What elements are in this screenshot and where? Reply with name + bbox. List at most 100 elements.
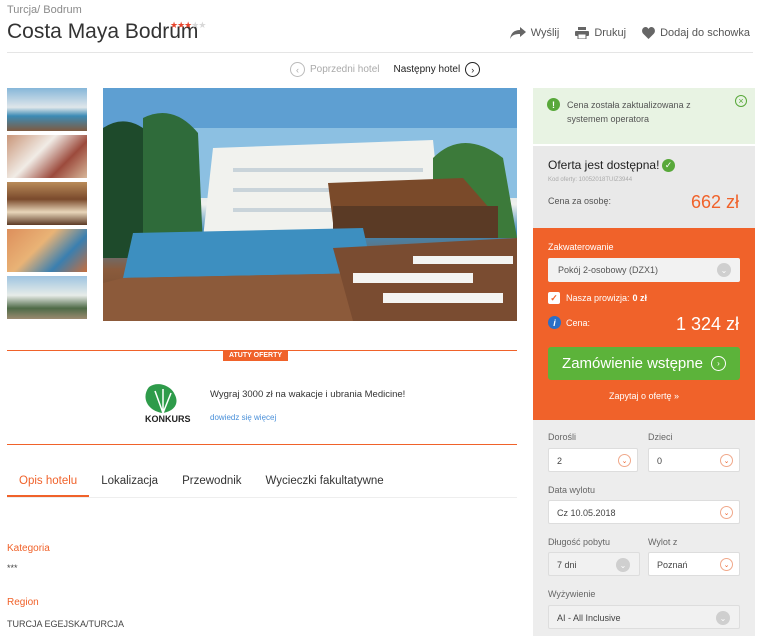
region-label: Region — [7, 597, 39, 608]
exclamation-icon: ! — [547, 98, 560, 111]
region-value: TURCJA EGEJSKA/TURCJA — [7, 619, 125, 629]
total-price-value: 1 324 zł — [675, 314, 739, 334]
offer-highlights-badge: ATUTY OFERTY — [223, 350, 289, 361]
chevron-right-icon: › — [710, 356, 726, 371]
breadcrumb-region[interactable]: Bodrum — [43, 4, 82, 16]
send-label: Wyślij — [530, 27, 560, 39]
room-select[interactable]: Pokój 2-osobowy (DZX1) ⌄ — [548, 258, 740, 282]
offer-code: Kod oferty: 10052018TUIZ3944 — [548, 177, 633, 183]
chevron-down-icon: ⌄ — [717, 263, 731, 277]
breadcrumb-country[interactable]: Turcja — [7, 4, 37, 16]
main-hotel-photo[interactable] — [103, 88, 517, 321]
room-select-value: Pokój 2-osobowy (DZX1) — [558, 265, 659, 275]
info-icon[interactable]: i — [548, 316, 561, 329]
print-button[interactable]: Drukuj — [575, 27, 626, 39]
tab-guide[interactable]: Przewodnik — [170, 466, 253, 497]
commission-checkbox[interactable]: ✓ — [548, 292, 560, 304]
save-to-clipboard-button[interactable]: Dodaj do schowka — [642, 27, 750, 39]
total-price-label: Cena: — [566, 317, 591, 328]
offer-availability: Oferta jest dostępna! ✓ Kod oferty: 1005… — [533, 146, 755, 228]
promo-more-link[interactable]: dowiedz się więcej — [210, 413, 276, 422]
commission-row: ✓ Nasza prowizja: 0 zł — [548, 292, 647, 304]
stay-length-label: Długość pobytu — [548, 537, 611, 547]
departure-date-value: Cz 10.05.2018 — [557, 508, 616, 518]
highlights-bottom-divider — [7, 444, 517, 445]
price-update-notice: ! Cena została zaktualizowana z systemem… — [533, 88, 755, 144]
send-button[interactable]: Wyślij — [509, 27, 560, 39]
departure-from-value: Poznań — [657, 560, 688, 570]
category-value: *** — [7, 563, 18, 573]
chevron-down-icon: ⌄ — [720, 454, 733, 467]
departure-date-label: Data wylotu — [548, 485, 596, 495]
chevron-right-icon: › — [465, 62, 481, 77]
total-price-row: i Cena: — [548, 316, 590, 329]
category-label: Kategoria — [7, 543, 50, 554]
photo-thumbnails — [7, 88, 87, 323]
contest-logo[interactable]: KONKURS — [137, 383, 197, 426]
chevron-down-icon: ⌄ — [618, 454, 631, 467]
tab-excursions[interactable]: Wycieczki fakultatywne — [254, 466, 396, 497]
departure-from-select[interactable]: Poznań ⌄ — [648, 552, 740, 576]
offer-status-title: Oferta jest dostępna! — [548, 158, 660, 172]
board-label: Wyżywienie — [548, 589, 596, 599]
notice-text: Cena została zaktualizowana z systemem o… — [567, 100, 691, 124]
booking-panel: Zakwaterowanie Pokój 2-osobowy (DZX1) ⌄ … — [533, 228, 755, 420]
hotel-photo-illustration — [103, 88, 517, 321]
chevron-left-icon: ‹ — [290, 62, 305, 77]
chevron-down-icon: ⌄ — [616, 558, 630, 572]
promo-text: Wygraj 3000 zł na wakacje i ubrania Medi… — [210, 389, 406, 400]
children-value: 0 — [657, 456, 663, 466]
trip-parameters-form: Dorośli 2 ⌄ Dzieci 0 ⌄ Data wylotu Cz 10… — [533, 420, 755, 636]
board-select[interactable]: AI - All Inclusive ⌄ — [548, 605, 740, 629]
heart-icon — [642, 27, 656, 39]
commission-label: Nasza prowizja: — [566, 293, 630, 303]
thumbnail-room[interactable] — [7, 135, 87, 178]
price-per-person-value: 662 zł — [690, 192, 739, 212]
hotel-stars: ★★★★★ — [170, 20, 206, 31]
tab-location[interactable]: Lokalizacja — [89, 466, 170, 497]
breadcrumb: Turcja/ Bodrum — [7, 4, 82, 16]
thumbnail-restaurant[interactable] — [7, 182, 87, 225]
header-divider — [7, 52, 753, 53]
save-label: Dodaj do schowka — [660, 27, 750, 39]
children-select[interactable]: 0 ⌄ — [648, 448, 740, 472]
previous-hotel-link[interactable]: ‹ Poprzedni hotel — [290, 62, 380, 77]
tab-hotel-description[interactable]: Opis hotelu — [7, 466, 90, 497]
hotel-actions: Wyślij Drukuj Dodaj do schowka — [509, 27, 750, 39]
breadcrumb-separator: / — [37, 4, 41, 16]
adults-select[interactable]: 2 ⌄ — [548, 448, 638, 472]
commission-value: 0 zł — [632, 293, 648, 303]
print-label: Drukuj — [594, 27, 627, 39]
thumbnail-pool[interactable] — [7, 88, 87, 131]
printer-icon — [575, 27, 590, 39]
thumbnail-indoor-pool[interactable] — [7, 229, 87, 272]
contest-logo-text: KONKURS — [145, 414, 191, 423]
stay-length-select[interactable]: 7 dni ⌄ — [548, 552, 640, 576]
departure-from-label: Wylot z — [648, 537, 678, 547]
hotel-tabs: Opis hotelu Lokalizacja Przewodnik Wycie… — [7, 466, 517, 498]
stay-length-value: 7 dni — [557, 560, 577, 570]
next-hotel-label: Następny hotel — [393, 64, 461, 75]
order-button-label: Zamówienie wstępne — [562, 355, 703, 372]
departure-date-select[interactable]: Cz 10.05.2018 ⌄ — [548, 500, 740, 524]
price-per-person-label: Cena za osobę: — [548, 196, 612, 206]
close-icon[interactable]: × — [735, 95, 747, 107]
adults-label: Dorośli — [548, 432, 577, 442]
preliminary-order-button[interactable]: Zamówienie wstępne › — [548, 347, 740, 380]
chevron-down-icon: ⌄ — [716, 611, 730, 625]
previous-hotel-label: Poprzedni hotel — [310, 64, 380, 75]
star-icon: ★ — [198, 20, 206, 30]
chevron-down-icon: ⌄ — [720, 506, 733, 519]
ask-about-offer-link[interactable]: Zapytaj o ofertę » — [533, 391, 755, 401]
board-value: AI - All Inclusive — [557, 613, 621, 623]
accommodation-label: Zakwaterowanie — [548, 242, 614, 252]
chevron-down-icon: ⌄ — [720, 558, 733, 571]
thumbnail-exterior[interactable] — [7, 276, 87, 319]
adults-value: 2 — [557, 456, 563, 466]
share-arrow-icon — [509, 27, 526, 39]
children-label: Dzieci — [648, 432, 673, 442]
check-icon: ✓ — [662, 159, 675, 172]
monstera-leaf-icon: KONKURS — [145, 384, 191, 424]
hotel-navigation: ‹ Poprzedni hotel Następny hotel › — [290, 62, 481, 77]
next-hotel-link[interactable]: Następny hotel › — [394, 62, 481, 77]
